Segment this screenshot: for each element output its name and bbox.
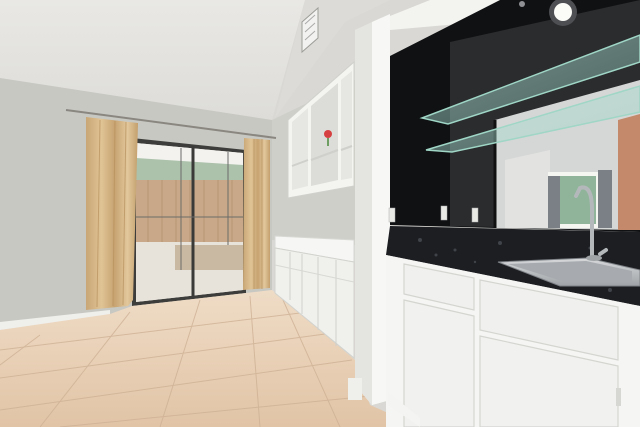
cabinet-door: [403, 299, 475, 427]
outlet: [471, 207, 479, 223]
outlet: [388, 207, 396, 223]
right-curtain: [243, 138, 270, 290]
left-curtain: [86, 117, 138, 310]
outlet: [440, 205, 448, 221]
room-photo: [0, 0, 640, 427]
patio-planter: [175, 245, 243, 270]
sliding-glass-door: [132, 138, 246, 306]
flower-decor: [324, 130, 332, 138]
cabinet-hinge: [616, 388, 621, 406]
